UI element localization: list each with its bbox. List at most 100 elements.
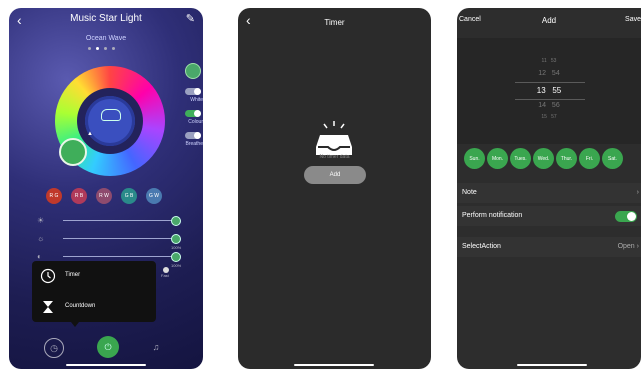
- slider-track[interactable]: [63, 238, 175, 239]
- day-wed[interactable]: Wed.: [533, 148, 554, 169]
- chevron-right-icon: ›: [636, 189, 639, 196]
- hour-value: 12: [538, 70, 547, 77]
- popup-menu: Timer Countdown: [32, 261, 156, 327]
- page-dot: [112, 47, 115, 50]
- select-action-row[interactable]: SelectAction Open ›: [457, 237, 641, 257]
- toggle-label: White: [190, 97, 203, 103]
- brightness-slider[interactable]: ☀: [37, 216, 187, 226]
- hour-value: 11: [541, 58, 547, 64]
- notification-label: Perform notification: [462, 212, 523, 219]
- empty-tray-icon: [316, 121, 352, 155]
- brightness-icon: ☀: [37, 216, 45, 225]
- minute-value: 57: [551, 114, 557, 120]
- time-picker[interactable]: 11 53 12 54 13 55 14 56 15 57: [457, 38, 641, 144]
- slider-track[interactable]: [63, 256, 175, 257]
- menu-label: Countdown: [65, 303, 96, 309]
- clock-icon: [40, 268, 56, 284]
- menu-item-countdown[interactable]: Countdown: [32, 292, 156, 322]
- action-value: Open ›: [618, 243, 639, 250]
- color-mode-chips: R G R B R W G B G W: [46, 188, 162, 204]
- hour-value: 14: [538, 102, 547, 109]
- day-fri[interactable]: Fri.: [579, 148, 600, 169]
- slider-percent: 100%: [171, 245, 182, 250]
- color-preview: [85, 96, 135, 146]
- page-dot: [104, 47, 107, 50]
- menu-label: Timer: [65, 272, 81, 278]
- slider-knob[interactable]: [171, 216, 181, 226]
- page-dot: [88, 47, 91, 50]
- fast-indicator: Fast: [161, 267, 181, 278]
- chip-rg[interactable]: R G: [46, 188, 62, 204]
- toggle-label: Breathe: [185, 141, 203, 147]
- action-value-text: Open: [617, 243, 635, 250]
- home-indicator: [517, 364, 587, 366]
- light-control-screen: ‹ Music Star Light ✎ Ocean Wave ▲ White …: [9, 8, 203, 369]
- hourglass-icon: [43, 301, 53, 313]
- page-indicator: [88, 47, 115, 50]
- bottom-bar: ◷ ⏻ ♫: [9, 332, 203, 362]
- picker-divider: [515, 99, 585, 100]
- slider-knob[interactable]: [171, 234, 181, 244]
- scene-name: Ocean Wave: [85, 35, 127, 42]
- day-tue[interactable]: Tues.: [510, 148, 531, 169]
- pointer-icon: ▲: [87, 131, 93, 137]
- page-title: Timer: [324, 18, 345, 27]
- fast-label: Fast: [161, 273, 169, 278]
- page-title: Add: [541, 16, 557, 25]
- picker-divider: [515, 82, 585, 83]
- chip-gb[interactable]: G B: [121, 188, 137, 204]
- slider-track[interactable]: [63, 220, 175, 221]
- power-button[interactable]: ⏻: [97, 336, 119, 358]
- home-indicator: [294, 364, 374, 366]
- add-timer-screen: Cancel Add Save 11 53 12 54 13 55 14 56 …: [457, 8, 641, 369]
- picker-row-selected[interactable]: 13 55: [457, 86, 641, 95]
- timer-icon[interactable]: ◷: [44, 338, 64, 358]
- picker-row[interactable]: 11 53: [457, 58, 641, 64]
- colour-toggle[interactable]: [185, 110, 201, 117]
- menu-pointer: [71, 322, 79, 327]
- note-row[interactable]: Note ›: [457, 183, 641, 203]
- white-toggle[interactable]: [185, 88, 201, 95]
- add-timer-button[interactable]: Add: [304, 166, 366, 184]
- slider-knob[interactable]: [171, 252, 181, 262]
- menu-item-timer[interactable]: Timer: [32, 261, 156, 291]
- power-icon[interactable]: [185, 63, 201, 79]
- saturation-slider[interactable]: ☼ 100%: [37, 234, 187, 250]
- home-indicator: [66, 364, 146, 366]
- day-thu[interactable]: Thur.: [556, 148, 577, 169]
- day-sun[interactable]: Sun.: [464, 148, 485, 169]
- chip-rb[interactable]: R B: [71, 188, 87, 204]
- hour-value: 13: [536, 86, 546, 95]
- minute-value: 56: [551, 102, 560, 109]
- breathe-toggle[interactable]: [185, 132, 201, 139]
- minute-value: 54: [551, 70, 560, 77]
- day-sat[interactable]: Sat.: [602, 148, 623, 169]
- picker-row[interactable]: 12 54: [457, 70, 641, 77]
- page-dot: [96, 47, 99, 50]
- chip-rw[interactable]: R W: [96, 188, 112, 204]
- picker-row[interactable]: 15 57: [457, 114, 641, 120]
- lamp-icon: [101, 109, 121, 121]
- minute-value: 53: [550, 58, 557, 64]
- page-title: Music Star Light: [70, 13, 142, 24]
- color-wheel-handle[interactable]: [59, 138, 87, 166]
- action-label: SelectAction: [462, 243, 501, 250]
- save-button[interactable]: Save: [625, 16, 641, 23]
- minute-value: 55: [552, 86, 562, 95]
- microphone-icon[interactable]: ♫: [147, 338, 165, 356]
- note-label: Note: [462, 189, 477, 196]
- day-mon[interactable]: Mon.: [487, 148, 508, 169]
- empty-state-text: No timer data: [319, 154, 350, 160]
- picker-row[interactable]: 14 56: [457, 102, 641, 109]
- weekday-selector: Sun. Mon. Tues. Wed. Thur. Fri. Sat.: [464, 148, 623, 169]
- toggle-label: Colour: [188, 119, 203, 125]
- hour-value: 15: [541, 114, 547, 120]
- chip-gw[interactable]: G W: [146, 188, 162, 204]
- chevron-right-icon: ›: [636, 243, 639, 250]
- header: ‹ Music Star Light ✎: [9, 8, 203, 30]
- notification-toggle[interactable]: [615, 211, 637, 222]
- timer-screen: ‹ Timer No timer data Add: [238, 8, 431, 369]
- speed-icon: ◐: [37, 252, 42, 261]
- edit-icon[interactable]: ✎: [186, 12, 195, 25]
- notification-row: Perform notification: [457, 206, 641, 226]
